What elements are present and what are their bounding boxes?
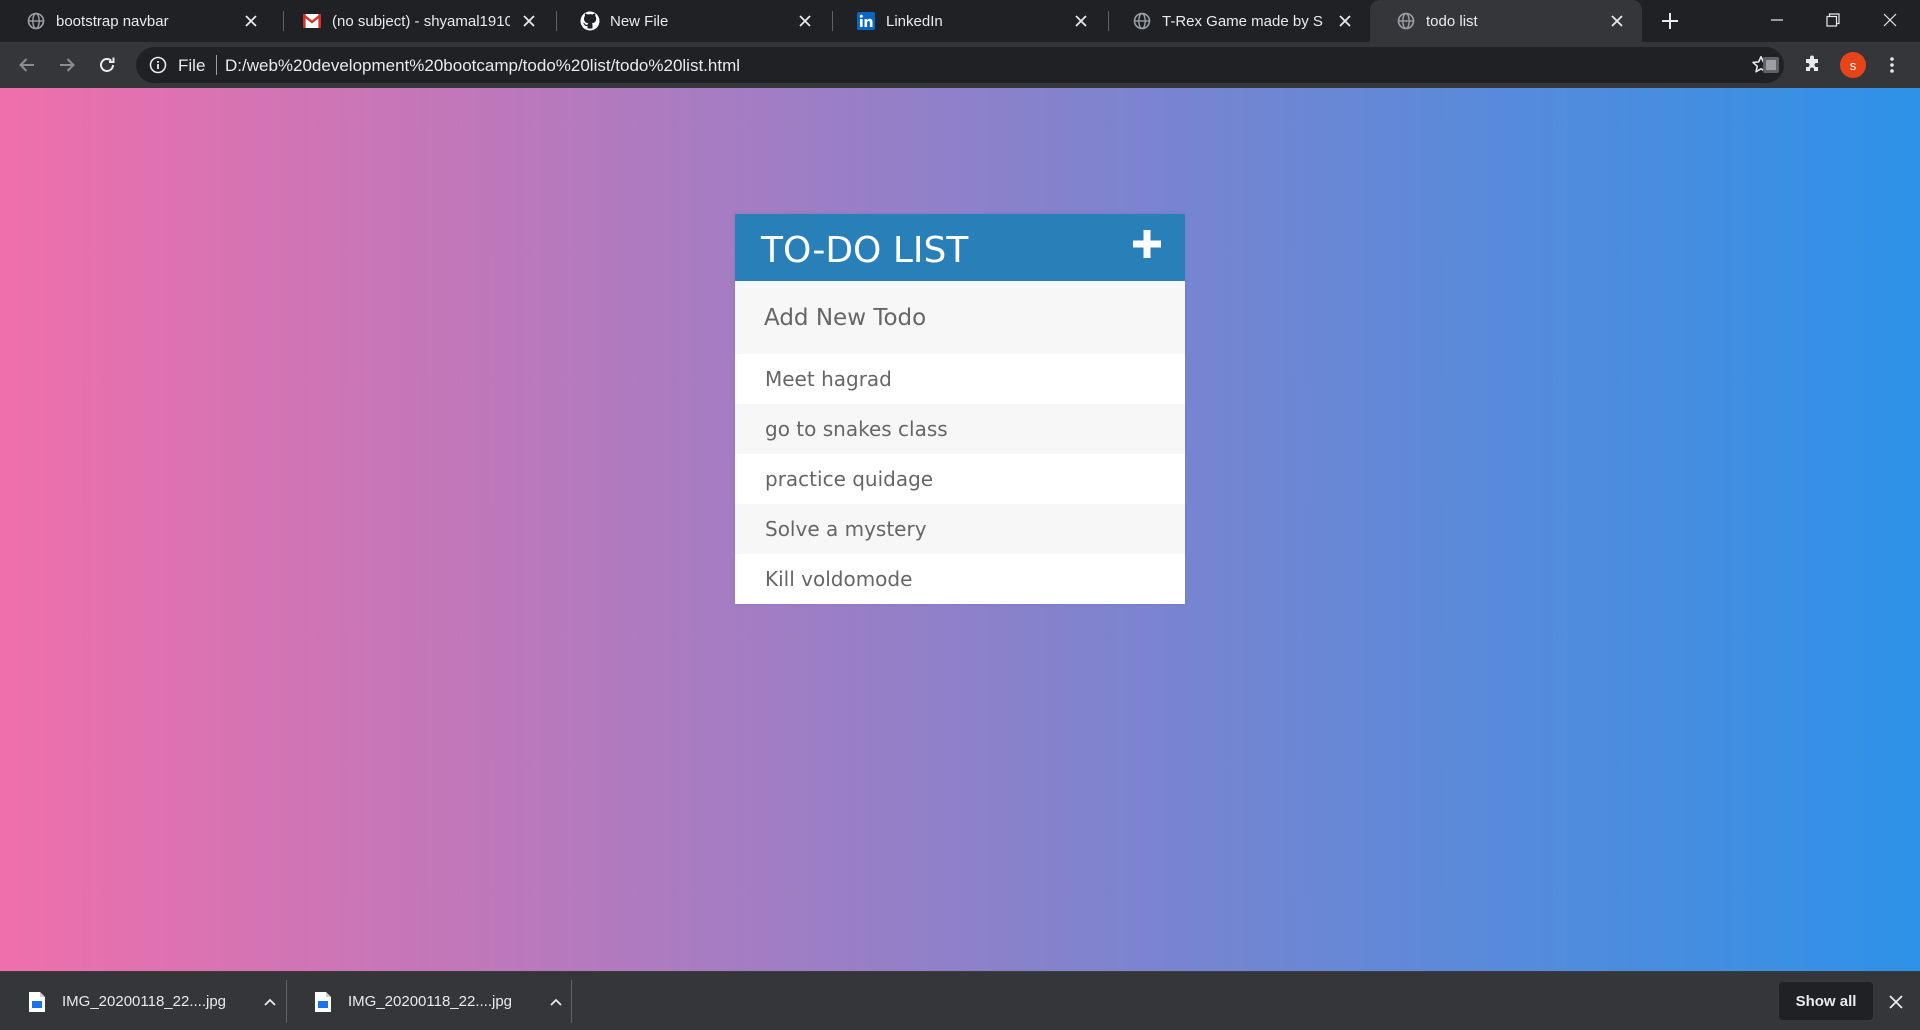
- tab-trex-game[interactable]: T-Rex Game made by S K Ag: [1106, 0, 1370, 42]
- todo-item[interactable]: practice quidage: [735, 454, 1185, 504]
- kebab-menu-icon: [1890, 57, 1894, 73]
- download-separator: [571, 980, 572, 1023]
- scheme-label: File: [178, 56, 206, 75]
- tab-title: New File: [610, 12, 669, 30]
- omnibox-separator: [216, 55, 217, 75]
- profile-avatar[interactable]: s: [1840, 52, 1866, 78]
- globe-icon: [26, 11, 46, 31]
- reload-button[interactable]: [93, 51, 121, 79]
- page-viewport: TO-DO LIST Meet hagrad go to snakes clas…: [0, 88, 1920, 971]
- download-filename: IMG_20200118_22....jpg: [348, 993, 513, 1010]
- todo-item[interactable]: Kill voldomode: [735, 554, 1185, 604]
- download-filename: IMG_20200118_22....jpg: [62, 993, 227, 1010]
- page-title: TO-DO LIST: [761, 230, 969, 271]
- tab-title: T-Rex Game made by S K Ag: [1162, 12, 1326, 30]
- restore-icon: [1826, 13, 1840, 27]
- image-file-icon: [29, 991, 45, 1012]
- restore-button[interactable]: [1805, 0, 1861, 40]
- browser-toolbar: File D:/web%20development%20bootcamp/tod…: [0, 42, 1920, 88]
- globe-icon: [1132, 11, 1152, 31]
- new-todo-input[interactable]: [735, 281, 1185, 354]
- download-item[interactable]: IMG_20200118_22....jpg: [286, 972, 571, 1030]
- close-icon[interactable]: [1334, 10, 1356, 32]
- tab-github-new-file[interactable]: New File: [554, 0, 830, 42]
- todo-header: TO-DO LIST: [735, 214, 1185, 281]
- todo-item[interactable]: Meet hagrad: [735, 354, 1185, 404]
- extensions-menu-button[interactable]: [1800, 53, 1824, 77]
- extension-page-icon: [1763, 57, 1779, 73]
- tab-strip: bootstrap navbar (no subject) - shyamal1…: [0, 0, 1920, 42]
- address-bar[interactable]: File D:/web%20development%20bootcamp/tod…: [136, 47, 1784, 83]
- close-icon: [1889, 995, 1903, 1009]
- back-arrow-icon: [19, 58, 34, 72]
- todo-item[interactable]: go to snakes class: [735, 404, 1185, 454]
- tab-bootstrap-navbar[interactable]: bootstrap navbar: [0, 0, 276, 42]
- show-all-button[interactable]: Show all: [1779, 982, 1873, 1020]
- tab-title: LinkedIn: [886, 12, 943, 30]
- tab-title: todo list: [1426, 12, 1478, 30]
- todo-item[interactable]: Solve a mystery: [735, 504, 1185, 554]
- window-close-button[interactable]: [1862, 0, 1918, 40]
- plus-icon[interactable]: [1131, 228, 1163, 260]
- plus-icon: [1662, 13, 1678, 29]
- close-icon[interactable]: [1070, 10, 1092, 32]
- download-item[interactable]: IMG_20200118_22....jpg: [0, 972, 286, 1030]
- github-icon: [580, 11, 600, 31]
- minimize-button[interactable]: [1749, 0, 1805, 40]
- browser-menu-button[interactable]: [1880, 53, 1904, 77]
- tab-todo-list[interactable]: todo list: [1370, 0, 1642, 42]
- forward-arrow-icon: [60, 58, 75, 72]
- close-icon[interactable]: [794, 10, 816, 32]
- puzzle-icon: [1806, 55, 1818, 71]
- todo-container: TO-DO LIST Meet hagrad go to snakes clas…: [735, 214, 1185, 604]
- download-shelf: IMG_20200118_22....jpg IMG_20200118_22..…: [0, 971, 1920, 1030]
- close-icon[interactable]: [240, 10, 262, 32]
- back-button[interactable]: [13, 51, 41, 79]
- todo-list: Meet hagrad go to snakes class practice …: [735, 354, 1185, 604]
- new-tab-button[interactable]: [1656, 7, 1684, 35]
- reload-icon: [100, 57, 115, 72]
- tab-gmail[interactable]: (no subject) - shyamal19101€: [276, 0, 554, 42]
- tab-linkedin[interactable]: LinkedIn: [830, 0, 1106, 42]
- tab-title: (no subject) - shyamal19101€: [332, 12, 510, 30]
- close-shelf-button[interactable]: [1884, 990, 1908, 1014]
- url-text[interactable]: D:/web%20development%20bootcamp/todo%20l…: [225, 56, 740, 76]
- extension-button[interactable]: [1759, 53, 1783, 77]
- chevron-up-icon[interactable]: [260, 992, 280, 1012]
- image-file-icon: [315, 991, 331, 1012]
- gmail-icon: [302, 11, 322, 31]
- tab-title: bootstrap navbar: [56, 12, 169, 30]
- globe-icon: [1396, 11, 1416, 31]
- close-icon: [1883, 13, 1897, 27]
- close-icon[interactable]: [1606, 10, 1628, 32]
- minimize-icon: [1771, 19, 1783, 21]
- close-icon[interactable]: [518, 10, 540, 32]
- forward-button[interactable]: [53, 51, 81, 79]
- linkedin-icon: [856, 11, 876, 31]
- info-icon[interactable]: [148, 55, 168, 75]
- chevron-up-icon[interactable]: [546, 992, 566, 1012]
